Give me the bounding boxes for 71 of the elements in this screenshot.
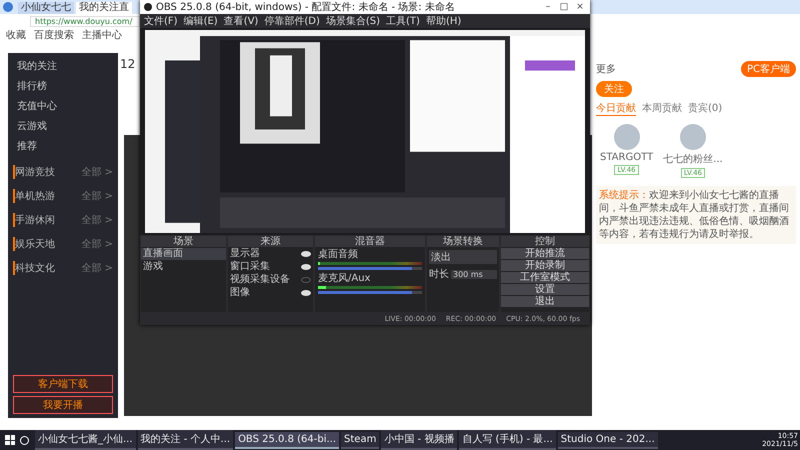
user-name: STARGOTT xyxy=(600,152,654,163)
volume-slider[interactable] xyxy=(318,291,422,294)
rank-tab[interactable]: 本周贡献 xyxy=(642,101,682,116)
search-icon[interactable] xyxy=(20,436,29,444)
menu-item[interactable]: 编辑(E) xyxy=(184,14,218,28)
control-button[interactable]: 开始录制 xyxy=(501,260,589,271)
source-item[interactable]: 显示器 xyxy=(230,248,260,260)
volume-slider[interactable] xyxy=(318,267,422,270)
avatar-icon xyxy=(680,124,706,150)
control-button[interactable]: 工作室模式 xyxy=(501,272,589,283)
taskbar-app[interactable]: Studio One - 202... xyxy=(558,432,658,448)
close-button[interactable]: × xyxy=(574,2,586,12)
system-notice: 系统提示：欢迎来到小仙女七七酱的直播间，斗鱼严禁未成年人直播或打赏，直播间内严禁出现违法违规、低俗色情、吸烟酗酒等内容，若有违规行为请及时举报。 xyxy=(596,186,796,244)
bookmark-link[interactable]: 收藏 xyxy=(6,28,26,42)
taskbar-app[interactable]: 自人写 (手机) - 最... xyxy=(459,430,556,450)
dock-title: 场景 xyxy=(141,236,226,247)
dock-title: 场景转换 xyxy=(427,236,499,247)
more-link[interactable]: 更多 xyxy=(596,62,616,76)
section-title: 手游休闲 xyxy=(13,213,55,227)
section-title: 科技文化 xyxy=(13,261,55,275)
sidebar-button[interactable]: 我要开播 xyxy=(13,396,113,414)
sidebar-item[interactable]: 排行榜 xyxy=(13,77,113,95)
address-field[interactable]: https://www.douyu.com/ xyxy=(30,16,140,26)
section-title: 单机热游 xyxy=(13,189,55,203)
dock-title: 来源 xyxy=(228,236,313,247)
section-title: 娱乐天地 xyxy=(13,237,55,251)
menu-item[interactable]: 帮助(H) xyxy=(426,14,462,28)
taskbar-app[interactable]: Steam xyxy=(341,432,380,448)
window-title: OBS 25.0.8 (64-bit, windows) - 配置文件: 未命名 - 场景: 未命名 xyxy=(156,0,456,14)
taskbar-app[interactable]: OBS 25.0.8 (64-bi... xyxy=(235,432,340,448)
sidebar-item[interactable]: 推荐 xyxy=(13,137,113,155)
sidebar-item[interactable]: 我的关注 xyxy=(13,57,113,75)
channel-name: 桌面音频 xyxy=(318,249,359,260)
browser-tab[interactable]: 小仙女七七 xyxy=(18,2,74,14)
duration-field[interactable]: 300 ms xyxy=(451,270,497,278)
browser-logo-icon xyxy=(3,2,13,12)
menu-item[interactable]: 查看(V) xyxy=(224,14,258,28)
transition-dropdown[interactable]: 淡出 xyxy=(429,250,497,264)
browser-tab[interactable]: 我的关注直 xyxy=(76,2,132,14)
minimize-button[interactable]: – xyxy=(542,2,554,12)
menu-item[interactable]: 停靠部件(D) xyxy=(264,14,320,28)
control-button[interactable]: 设置 xyxy=(501,284,589,295)
bookmark-link[interactable]: 百度搜索 xyxy=(34,28,74,42)
source-item[interactable]: 窗口采集 xyxy=(230,261,270,273)
taskbar-app[interactable]: 小中国 - 视频播 xyxy=(381,430,458,450)
dock-title: 控制 xyxy=(501,236,589,247)
duration-label: 时长 xyxy=(429,268,449,281)
taskbar-app[interactable]: 我的关注 - 个人中... xyxy=(138,430,234,450)
menu-item[interactable]: 工具(T) xyxy=(386,14,420,28)
avatar-icon xyxy=(614,124,640,150)
sidebar-button[interactable]: 客户端下载 xyxy=(13,375,113,393)
source-item[interactable]: 视频采集设备 xyxy=(230,274,290,286)
control-button[interactable]: 退出 xyxy=(501,296,589,307)
sidebar-item[interactable]: 充值中心 xyxy=(13,97,113,115)
control-button[interactable]: 开始推流 xyxy=(501,248,589,259)
menu-item[interactable]: 文件(F) xyxy=(144,14,178,28)
bookmark-link[interactable]: 主播中心 xyxy=(82,28,122,42)
room-count: 12 xyxy=(120,57,136,71)
scene-item[interactable]: 游戏 xyxy=(141,261,226,273)
windows-start-icon[interactable] xyxy=(5,435,15,445)
maximize-button[interactable]: □ xyxy=(558,2,570,12)
sidebar-item[interactable]: 云游戏 xyxy=(13,117,113,135)
rank-tab[interactable]: 贵宾(0) xyxy=(688,101,722,116)
taskbar-app[interactable]: 小仙女七七酱_小仙... xyxy=(35,430,136,450)
section-title: 网游竞技 xyxy=(13,165,55,179)
user-name: 七七的粉丝... xyxy=(663,152,723,166)
channel-name: 麦克风/Aux xyxy=(318,273,372,284)
obs-logo-icon xyxy=(144,3,152,11)
scene-item[interactable]: 直播画面 xyxy=(141,248,226,260)
source-item[interactable]: 图像 xyxy=(230,287,250,299)
menu-item[interactable]: 场景集合(S) xyxy=(326,14,380,28)
